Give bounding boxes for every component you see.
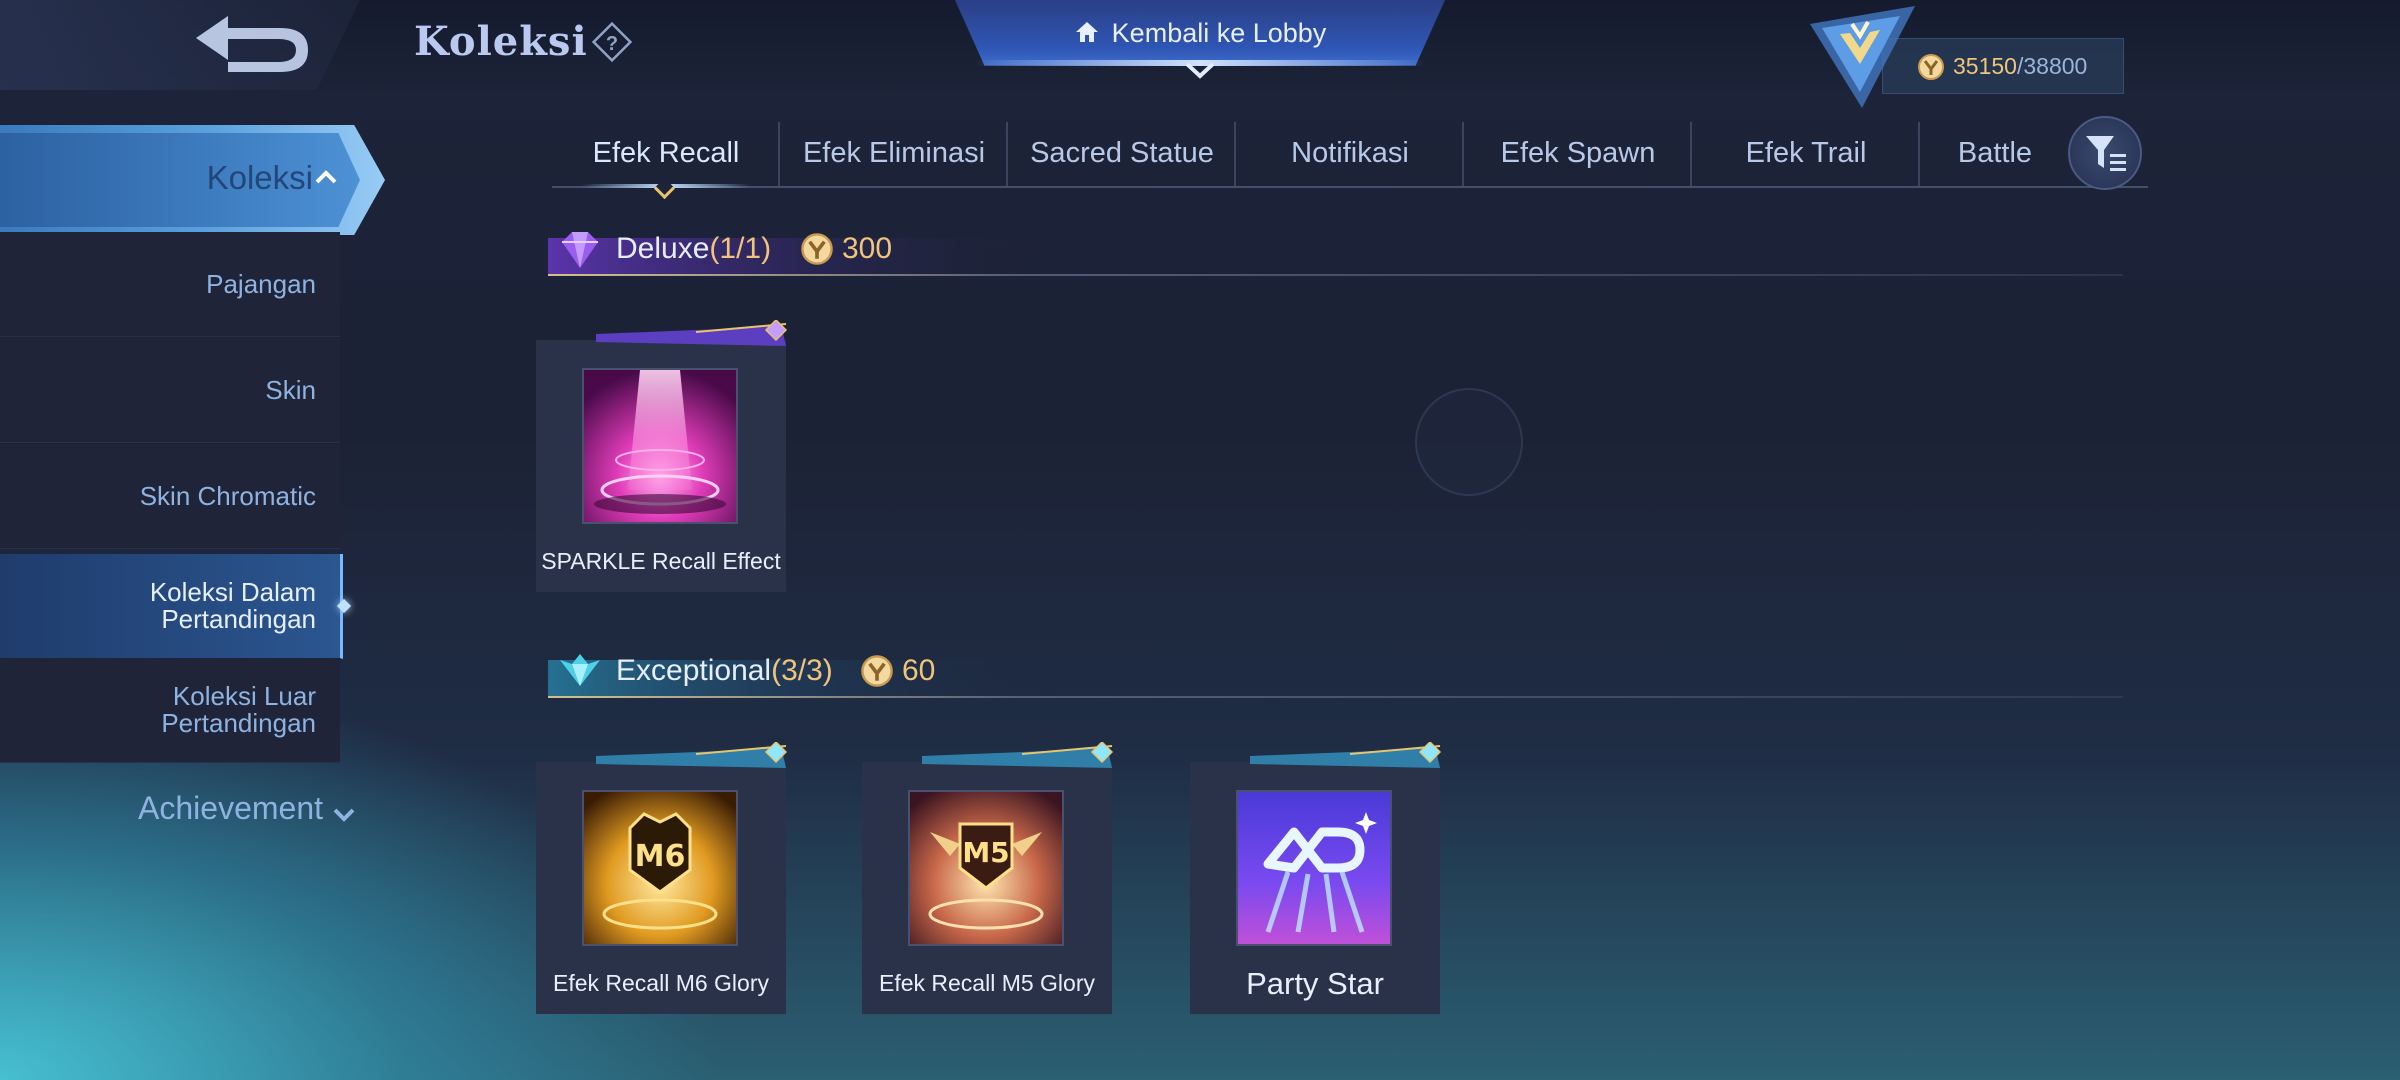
collection-card[interactable]: Party Star — [1190, 742, 1442, 1014]
lobby-button-label: Kembali ke Lobby — [955, 18, 1445, 51]
coin-icon — [1918, 54, 1944, 80]
tab-bar-line — [552, 186, 2148, 188]
svg-text:M5: M5 — [962, 836, 1009, 869]
selected-indicator — [336, 598, 352, 614]
tier-count: (1/1) — [709, 232, 772, 265]
card-title: Efek Recall M6 Glory — [552, 970, 769, 996]
tab-label: Efek Recall — [592, 136, 740, 169]
back-arrow-icon — [196, 16, 308, 72]
sparkle-recall-art — [582, 368, 738, 524]
exceptional-gem-icon — [560, 654, 600, 686]
sidebar-item-label: Koleksi Luar Pertandingan — [161, 681, 316, 738]
coin-icon — [801, 233, 833, 265]
svg-text:M6: M6 — [635, 839, 686, 874]
card-ribbon — [1250, 742, 1442, 768]
sidebar-achievement[interactable]: Achievement — [0, 790, 355, 840]
card-ribbon — [596, 320, 788, 346]
sidebar-koleksi-header[interactable]: Koleksi — [0, 125, 385, 235]
tab-active-marker — [653, 177, 676, 200]
tab-sacred-statue[interactable]: Sacred Statue — [1008, 120, 1236, 186]
card-ribbon — [922, 742, 1114, 768]
svg-text:?: ? — [606, 33, 618, 55]
tab-label: Efek Spawn — [1500, 136, 1656, 169]
tab-efek-recall[interactable]: Efek Recall — [552, 120, 780, 200]
tab-label: Notifikasi — [1291, 136, 1409, 169]
tab-efek-eliminasi[interactable]: Efek Eliminasi — [780, 120, 1008, 186]
sidebar-item-pajangan[interactable]: Pajangan — [0, 232, 340, 337]
sidebar-item-label: Skin — [265, 374, 316, 405]
tier-points: 300 — [842, 232, 893, 265]
tab-notifikasi[interactable]: Notifikasi — [1236, 120, 1464, 186]
section-title: Deluxe(1/1) — [616, 232, 771, 266]
page-title: Koleksi — [414, 18, 588, 65]
tab-battle[interactable]: Battle — [1920, 120, 2070, 186]
tab-label: Efek Trail — [1745, 136, 1867, 169]
card-title: Efek Recall M5 Glory — [878, 970, 1095, 996]
sidebar-active-label: Koleksi — [206, 159, 313, 196]
section-title: Exceptional(3/3) — [616, 654, 833, 688]
deluxe-gem-icon — [562, 232, 598, 268]
tier-count: (3/3) — [771, 654, 833, 687]
lobby-notch-icon — [1185, 62, 1215, 79]
back-button[interactable] — [188, 12, 318, 78]
currency-current: 35150 — [1953, 53, 2017, 79]
m5-glory-art: M5 — [908, 790, 1064, 946]
currency-max: /38800 — [2016, 53, 2088, 79]
sidebar-item-koleksi-dalam[interactable]: Koleksi Dalam Pertandingan — [0, 554, 352, 659]
sidebar-item-skin-chromatic[interactable]: Skin Chromatic — [0, 444, 340, 549]
filter-button[interactable] — [2068, 116, 2142, 190]
chevron-down-icon — [333, 794, 355, 831]
tier-name: Exceptional — [616, 654, 772, 687]
filter-icon — [2086, 136, 2126, 171]
collection-card[interactable]: SPARKLE Recall Effect — [536, 320, 788, 592]
party-star-art — [1236, 790, 1392, 946]
sidebar-item-skin[interactable]: Skin — [0, 338, 340, 443]
rank-emblem-icon — [1810, 6, 1915, 108]
tier-points: 60 — [902, 654, 936, 687]
tab-bar: Efek Recall Efek Eliminasi Sacred Statue… — [552, 120, 2148, 200]
tab-efek-trail[interactable]: Efek Trail — [1692, 120, 1920, 186]
section-deluxe: Deluxe(1/1) 300 — [548, 220, 2123, 276]
coin-icon — [861, 655, 893, 687]
sidebar-item-label: Skin Chromatic — [139, 480, 316, 511]
achievement-label: Achievement — [138, 790, 323, 826]
collection-card[interactable]: M5 Efek Recall M5 Glory — [862, 742, 1114, 1014]
tab-label: Efek Eliminasi — [802, 136, 986, 169]
card-title: SPARKLE Recall Effect — [541, 548, 781, 574]
card-ribbon — [596, 742, 788, 768]
lobby-text: Kembali ke Lobby — [1111, 18, 1327, 48]
section-rule — [548, 696, 2123, 698]
lobby-button[interactable]: Kembali ke Lobby — [955, 0, 1445, 80]
sidebar-item-koleksi-luar[interactable]: Koleksi Luar Pertandingan — [0, 658, 340, 763]
sidebar-item-label: Koleksi Dalam Pertandingan — [149, 577, 316, 634]
section-rule — [548, 274, 2123, 276]
background-decor-circle — [1415, 388, 1523, 496]
sidebar-item-label: Pajangan — [206, 268, 316, 299]
chevron-up-icon — [315, 170, 337, 184]
m6-glory-art: M6 — [582, 790, 738, 946]
tab-label: Sacred Statue — [1030, 136, 1214, 169]
currency-value: 35150/38800 — [1953, 53, 2087, 80]
home-icon — [1074, 20, 1100, 51]
question-icon[interactable]: ? — [590, 20, 634, 64]
tier-name: Deluxe — [616, 232, 710, 265]
section-exceptional: Exceptional(3/3) 60 — [548, 642, 2123, 698]
tab-label: Battle — [1957, 136, 2033, 169]
collection-card[interactable]: M6 Efek Recall M6 Glory — [536, 742, 788, 1014]
tab-efek-spawn[interactable]: Efek Spawn — [1464, 120, 1692, 186]
card-title: Party Star — [1246, 966, 1384, 1001]
